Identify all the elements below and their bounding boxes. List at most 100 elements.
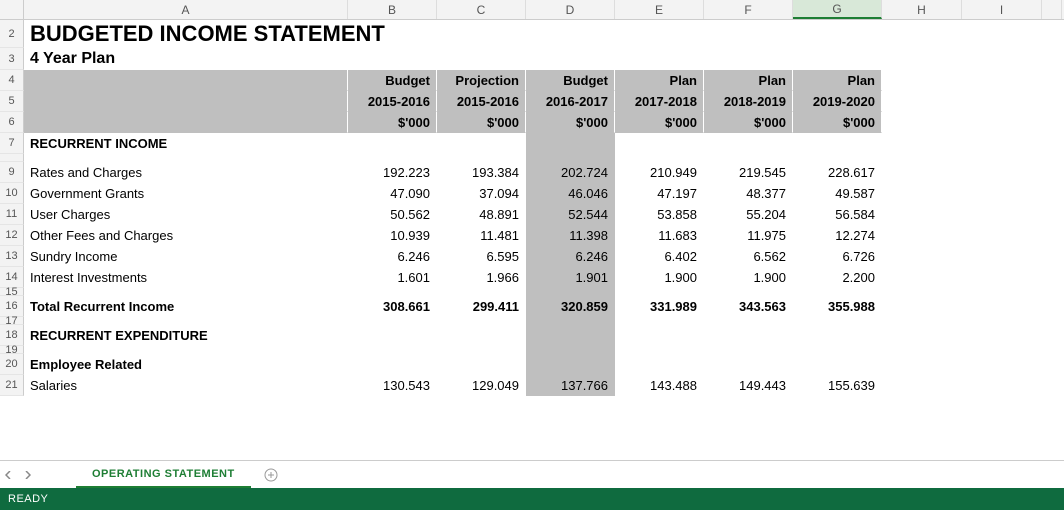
row-header[interactable]: 21 xyxy=(0,375,24,396)
cell[interactable]: 52.544 xyxy=(526,204,615,225)
cell[interactable] xyxy=(615,288,704,296)
sheet-tab-active[interactable]: OPERATING STATEMENT xyxy=(76,461,251,488)
cell[interactable]: 47.197 xyxy=(615,183,704,204)
cell[interactable] xyxy=(704,325,793,346)
cell[interactable] xyxy=(704,354,793,375)
cell[interactable]: 299.411 xyxy=(437,296,526,317)
row-header[interactable]: 3 xyxy=(0,48,24,70)
cell[interactable]: $'000 xyxy=(793,112,882,133)
cell[interactable]: User Charges xyxy=(24,204,348,225)
cell[interactable]: 11.398 xyxy=(526,225,615,246)
cell[interactable] xyxy=(962,375,1042,396)
cell[interactable] xyxy=(704,133,793,154)
cell[interactable]: 1.966 xyxy=(437,267,526,288)
cell[interactable] xyxy=(882,91,962,112)
cell[interactable] xyxy=(526,154,615,162)
col-header-D[interactable]: D xyxy=(526,0,615,19)
cell[interactable] xyxy=(962,225,1042,246)
row-header[interactable]: 13 xyxy=(0,246,24,267)
cell[interactable] xyxy=(437,354,526,375)
cell[interactable]: 11.481 xyxy=(437,225,526,246)
cell[interactable]: $'000 xyxy=(526,112,615,133)
cell[interactable] xyxy=(348,325,437,346)
cell[interactable]: Budget xyxy=(526,70,615,91)
cell[interactable] xyxy=(348,346,437,354)
cell[interactable] xyxy=(962,267,1042,288)
cell[interactable] xyxy=(793,154,882,162)
cell[interactable] xyxy=(793,325,882,346)
cell[interactable] xyxy=(882,317,962,325)
cell[interactable] xyxy=(882,133,962,154)
cell[interactable]: 53.858 xyxy=(615,204,704,225)
cell[interactable]: 355.988 xyxy=(793,296,882,317)
cell[interactable] xyxy=(882,70,962,91)
cell[interactable]: 49.587 xyxy=(793,183,882,204)
cell[interactable] xyxy=(962,154,1042,162)
cell[interactable]: 2019-2020 xyxy=(793,91,882,112)
cell[interactable]: 331.989 xyxy=(615,296,704,317)
cell[interactable]: Plan xyxy=(704,70,793,91)
row-header[interactable]: 19 xyxy=(0,346,24,354)
col-header-J[interactable] xyxy=(1042,0,1062,19)
cell[interactable]: 46.046 xyxy=(526,183,615,204)
cell[interactable] xyxy=(437,288,526,296)
cell[interactable] xyxy=(882,267,962,288)
cell[interactable]: 308.661 xyxy=(348,296,437,317)
cell[interactable] xyxy=(24,70,348,91)
cell[interactable] xyxy=(962,317,1042,325)
cell[interactable] xyxy=(962,346,1042,354)
row-header[interactable]: 9 xyxy=(0,162,24,183)
tab-scroll-left[interactable] xyxy=(0,461,18,488)
cell[interactable] xyxy=(615,325,704,346)
cell[interactable]: 192.223 xyxy=(348,162,437,183)
row-header[interactable]: 15 xyxy=(0,288,24,296)
cell[interactable] xyxy=(793,288,882,296)
cell[interactable] xyxy=(793,317,882,325)
cell[interactable]: 129.049 xyxy=(437,375,526,396)
cell[interactable] xyxy=(962,70,1042,91)
cell[interactable] xyxy=(615,133,704,154)
select-all-corner[interactable] xyxy=(0,0,24,19)
cell[interactable] xyxy=(526,317,615,325)
cell[interactable] xyxy=(615,346,704,354)
cell[interactable] xyxy=(793,346,882,354)
cell[interactable]: $'000 xyxy=(615,112,704,133)
row-header[interactable]: 10 xyxy=(0,183,24,204)
cell[interactable] xyxy=(882,375,962,396)
cell[interactable]: Plan xyxy=(793,70,882,91)
cell[interactable] xyxy=(437,133,526,154)
cell[interactable] xyxy=(962,204,1042,225)
add-sheet-button[interactable] xyxy=(259,463,283,487)
row-header[interactable]: 12 xyxy=(0,225,24,246)
cell[interactable]: 6.246 xyxy=(348,246,437,267)
cell[interactable] xyxy=(962,354,1042,375)
cell[interactable]: 11.683 xyxy=(615,225,704,246)
cell[interactable]: 2017-2018 xyxy=(615,91,704,112)
section-heading[interactable]: RECURRENT INCOME xyxy=(24,133,348,154)
cell[interactable]: 219.545 xyxy=(704,162,793,183)
cell[interactable] xyxy=(526,325,615,346)
cell[interactable] xyxy=(962,112,1042,133)
cell[interactable] xyxy=(962,91,1042,112)
col-header-E[interactable]: E xyxy=(615,0,704,19)
row-header[interactable]: 2 xyxy=(0,20,24,48)
row-header[interactable]: 6 xyxy=(0,112,24,133)
cell[interactable]: Total Recurrent Income xyxy=(24,296,348,317)
cell[interactable]: 2016-2017 xyxy=(526,91,615,112)
cell[interactable] xyxy=(615,317,704,325)
cell[interactable]: $'000 xyxy=(348,112,437,133)
cell[interactable]: 1.900 xyxy=(704,267,793,288)
cell[interactable]: 6.595 xyxy=(437,246,526,267)
cell[interactable]: Salaries xyxy=(24,375,348,396)
cell[interactable] xyxy=(526,133,615,154)
cell[interactable] xyxy=(348,317,437,325)
cell[interactable] xyxy=(24,91,348,112)
cell[interactable]: Rates and Charges xyxy=(24,162,348,183)
col-header-G[interactable]: G xyxy=(793,0,882,19)
cell[interactable]: 149.443 xyxy=(704,375,793,396)
cell[interactable]: 343.563 xyxy=(704,296,793,317)
cell[interactable] xyxy=(348,154,437,162)
cell[interactable] xyxy=(882,112,962,133)
grid-area[interactable]: A B C D E F G H I 2 BUDGETED INCOME STAT… xyxy=(0,0,1064,460)
cell[interactable] xyxy=(24,112,348,133)
